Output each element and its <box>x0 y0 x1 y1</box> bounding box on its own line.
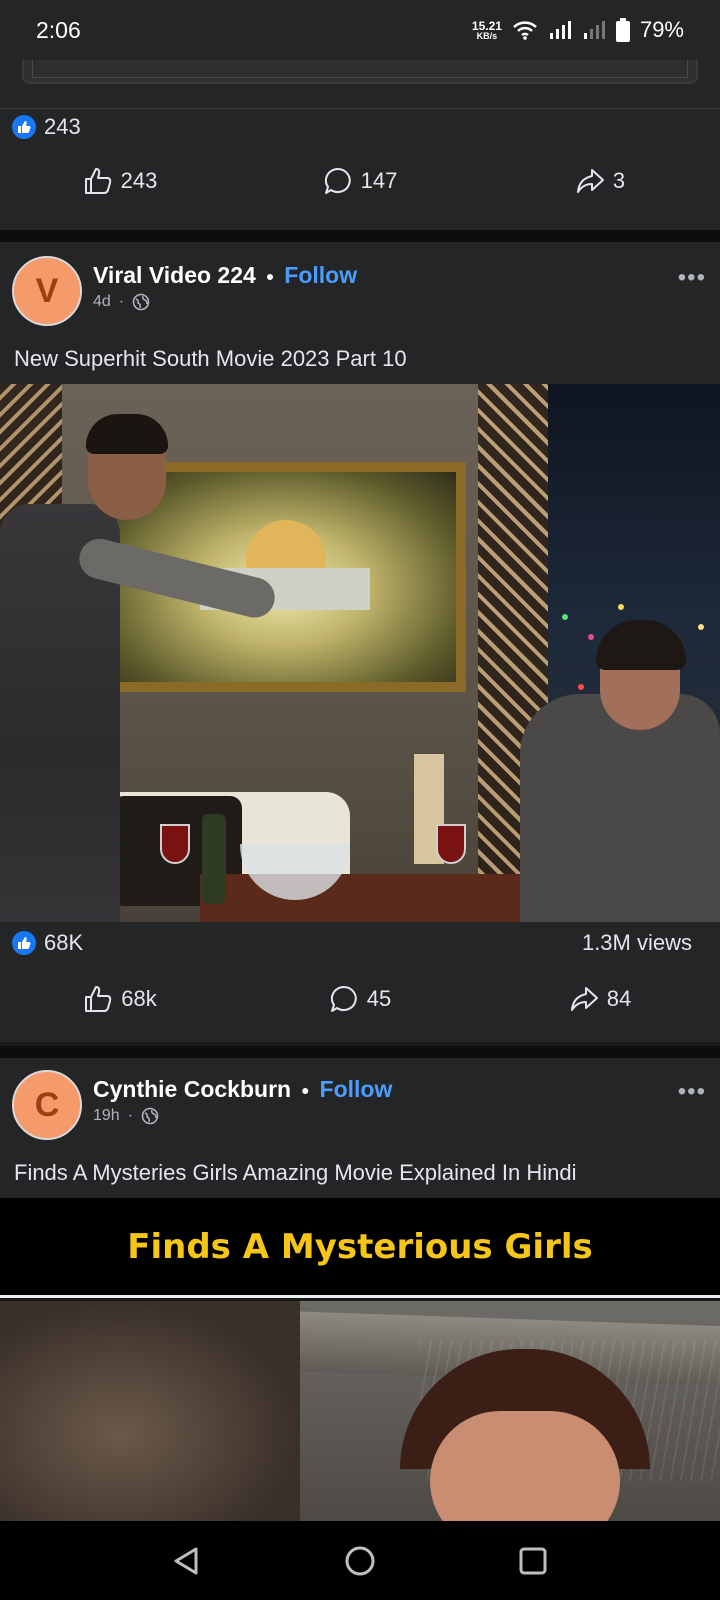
avatar[interactable]: V <box>12 256 82 326</box>
comment-button[interactable]: 147 <box>260 166 460 196</box>
author-name[interactable]: Cynthie Cockburn <box>93 1076 291 1103</box>
like-reaction-icon <box>12 931 36 955</box>
reaction-count: 68K <box>44 930 84 955</box>
status-time: 2:06 <box>36 16 81 43</box>
previous-post-media-frame <box>32 60 688 78</box>
city-light <box>578 684 584 690</box>
video-scene-person-hair <box>86 414 168 454</box>
recents-icon[interactable] <box>516 1544 550 1578</box>
follow-button[interactable]: Follow <box>320 1076 393 1103</box>
follow-button[interactable]: Follow <box>284 262 357 289</box>
post-caption: New Superhit South Movie 2023 Part 10 <box>14 346 407 371</box>
avatar-letter: C <box>34 1085 60 1124</box>
reaction-summary[interactable]: 68K <box>12 930 83 956</box>
post-actions: 243 147 3 <box>0 166 720 196</box>
video-scene-bottle <box>202 814 226 904</box>
post-video[interactable] <box>0 1301 720 1521</box>
video-scene-person <box>0 1301 300 1521</box>
thumbs-up-icon <box>85 986 112 1012</box>
post-video[interactable] <box>0 384 720 922</box>
comment-count: 147 <box>360 168 398 193</box>
back-icon[interactable] <box>170 1544 204 1578</box>
wifi-icon <box>513 21 537 40</box>
video-scene-glass <box>436 824 466 864</box>
status-icons: 15.21 KB/s 79% <box>472 17 684 43</box>
share-count: 3 <box>612 168 626 193</box>
comment-icon <box>324 167 351 194</box>
more-options-icon[interactable]: ••• <box>678 264 706 292</box>
more-options-icon[interactable]: ••• <box>678 1078 706 1106</box>
separator-dot: ● <box>265 267 275 284</box>
share-button[interactable]: 84 <box>500 984 700 1014</box>
post-card-previous: 243 243 147 3 <box>0 60 720 230</box>
post-header: Cynthie Cockburn ● Follow 19h · <box>93 1076 392 1125</box>
battery-icon <box>615 18 630 42</box>
video-scene-table <box>200 874 540 922</box>
view-count: 1.3M views <box>581 930 692 955</box>
like-button[interactable]: 243 <box>20 166 220 196</box>
avatar-letter: V <box>35 271 59 310</box>
thumbs-up-icon <box>84 168 111 194</box>
status-bar: 2:06 15.21 KB/s 79% <box>0 0 720 60</box>
feed-separator <box>0 1046 720 1058</box>
post-header: Viral Video 224 ● Follow 4d · <box>93 262 357 311</box>
author-name[interactable]: Viral Video 224 <box>93 262 256 289</box>
divider <box>0 108 720 109</box>
comment-button[interactable]: 45 <box>260 984 460 1014</box>
separator-dot: ● <box>301 1081 310 1098</box>
post-actions: 68k 45 84 <box>0 984 720 1014</box>
network-speed-unit: KB/s <box>476 30 498 41</box>
separator-dot: · <box>118 293 125 310</box>
signal-icon <box>549 21 571 39</box>
like-button[interactable]: 68k <box>20 984 220 1014</box>
post-time[interactable]: 4d <box>93 293 111 311</box>
city-light <box>698 624 704 630</box>
video-scene-glass <box>160 824 190 864</box>
like-count: 68k <box>121 986 157 1011</box>
painting-dome <box>246 520 326 570</box>
like-reaction-icon <box>12 115 36 139</box>
previous-post-media[interactable] <box>22 60 698 84</box>
avatar[interactable]: C <box>12 1070 82 1140</box>
signal-weak-icon <box>583 21 605 39</box>
city-light <box>618 604 624 610</box>
like-count: 243 <box>120 168 158 193</box>
city-light <box>588 634 594 640</box>
separator-dot: · <box>127 1107 134 1124</box>
network-speed-value: 15.21 <box>471 18 502 33</box>
network-speed: 15.21 KB/s <box>472 20 502 41</box>
globe-icon <box>141 1107 159 1125</box>
post-time[interactable]: 19h <box>93 1107 120 1125</box>
reaction-count: 243 <box>44 114 81 139</box>
share-icon <box>570 987 598 1011</box>
globe-icon <box>132 293 150 311</box>
reaction-summary[interactable]: 243 <box>12 114 81 140</box>
video-title-banner[interactable]: Finds A Mysterious Girls <box>0 1198 720 1298</box>
post-caption: Finds A Mysteries Girls Amazing Movie Ex… <box>14 1160 577 1185</box>
video-scene-person <box>520 694 720 922</box>
home-icon[interactable] <box>343 1544 377 1578</box>
video-title-text: Finds A Mysterious Girls <box>127 1226 593 1267</box>
city-light <box>562 614 568 620</box>
share-icon <box>576 169 604 193</box>
share-button[interactable]: 3 <box>500 166 700 196</box>
share-count: 84 <box>606 986 632 1011</box>
battery-percent: 79% <box>639 17 684 42</box>
feed-separator <box>0 230 720 242</box>
video-scene-person-face <box>430 1411 620 1521</box>
comment-count: 45 <box>366 986 392 1011</box>
comment-icon <box>330 985 357 1012</box>
system-nav-bar <box>0 1521 720 1600</box>
post-card-cynthie: C Cynthie Cockburn ● Follow 19h · ••• Fi… <box>0 1058 720 1198</box>
